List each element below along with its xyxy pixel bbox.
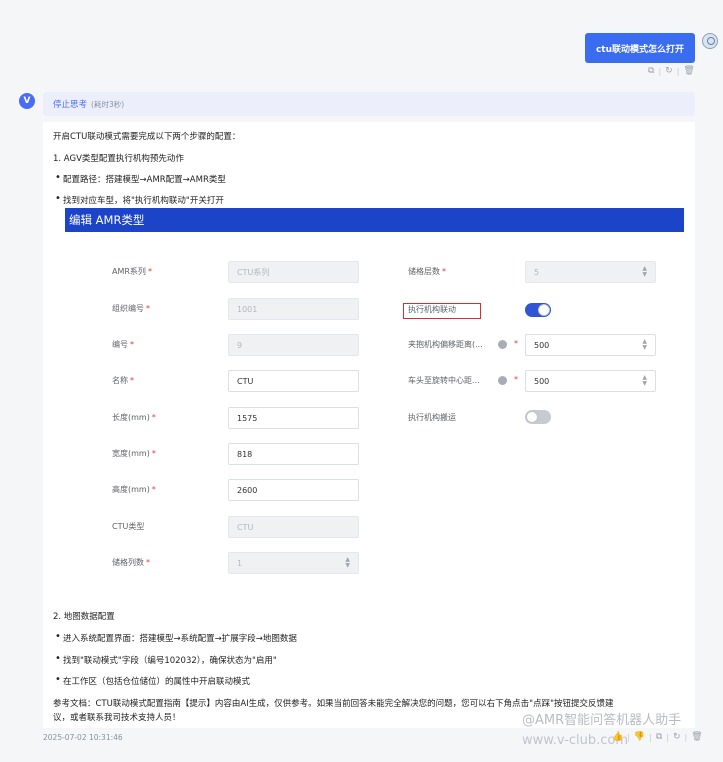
field-label-org-number: 组织编号 * xyxy=(112,304,150,313)
form-title: 编辑 AMR类型 xyxy=(65,208,684,232)
number-field: 9 xyxy=(228,334,359,356)
bot-avatar: V xyxy=(19,93,35,109)
info-icon[interactable] xyxy=(498,340,507,349)
list-item: 配置路径：搭建模型→AMR配置→AMR类型 xyxy=(55,172,226,185)
stepper-icon[interactable]: ▲ ▼ xyxy=(642,375,647,387)
head-rotation-input[interactable]: 500 ▲ ▼ xyxy=(525,370,656,392)
list-item: 在工作区（包括仓位储位）的属性中开启联动模式 xyxy=(55,674,250,687)
user-avatar xyxy=(702,33,718,49)
length-input[interactable]: 1575 xyxy=(228,407,359,429)
amr-series-field: CTU系列 xyxy=(228,261,359,283)
message-timestamp: 2025-07-02 10:31:46 xyxy=(43,733,123,742)
delete-icon[interactable]: 🗑 xyxy=(691,732,702,742)
ctu-type-field: CTU xyxy=(228,516,359,538)
divider: | xyxy=(658,66,662,76)
divider: | xyxy=(666,732,669,742)
toggle-knob xyxy=(526,411,538,423)
field-label-actuator-carry: 执行机构搬运 xyxy=(408,413,456,422)
user-message-actions: ⧉ | ↻ | 🗑 xyxy=(648,66,695,76)
watermark-text: @AMR智能问答机器人助手 xyxy=(522,713,682,728)
user-message-text: ctu联动模式怎么打开 xyxy=(595,44,685,55)
width-input[interactable]: 818 xyxy=(228,443,359,465)
thinking-duration: (耗时3秒) xyxy=(91,99,125,109)
field-label-actuator-linkage: 执行机构联动 xyxy=(408,305,456,314)
height-input[interactable]: 2600 xyxy=(228,479,359,501)
embedded-form-screenshot: 编辑 AMR类型 AMR系列 * CTU系列 组织编号 * 1001 编号 * 9 名… xyxy=(65,208,684,576)
field-label-length: 长度(mm) * xyxy=(112,413,156,422)
stepper-icon: ▲ ▼ xyxy=(345,556,350,569)
divider: | xyxy=(627,732,630,742)
actuator-linkage-toggle[interactable] xyxy=(525,303,551,317)
bot-message-actions: 👍 | 👎 | ⧉ | ↻ | 🗑 xyxy=(612,732,703,742)
answer-intro: 开启CTU联动模式需要完成以下两个步骤的配置： xyxy=(53,132,241,142)
thinking-bar: 停止思考 (耗时3秒) xyxy=(43,92,695,116)
list-item: 进入系统配置界面：搭建模型→系统配置→扩展字段→地图数据 xyxy=(55,631,297,644)
field-label-clamp-offset: 夹抱机构偏移距离(... xyxy=(408,340,483,349)
step1-title: 1. AGV类型配置执行机构预先动作 xyxy=(53,154,184,164)
field-label-head-rotation: 车头至旋转中心距... xyxy=(408,376,480,385)
user-message-bubble: ctu联动模式怎么打开 xyxy=(585,33,695,63)
info-icon[interactable] xyxy=(498,376,507,385)
list-item: 找到对应车型，将"执行机构联动"开关打开 xyxy=(55,193,224,206)
stop-thinking-button[interactable]: 停止思考 xyxy=(53,98,87,110)
storage-columns-field: 1 ▲ ▼ xyxy=(228,552,359,574)
step2-title: 2. 地图数据配置 xyxy=(53,612,115,622)
name-input[interactable]: CTU xyxy=(228,370,359,392)
delete-icon[interactable]: 🗑 xyxy=(683,66,694,76)
field-label-height: 高度(mm) * xyxy=(112,485,156,494)
stepper-icon: ▲ ▼ xyxy=(642,265,647,278)
dislike-icon[interactable]: 👎 xyxy=(634,732,645,742)
divider: | xyxy=(676,66,680,76)
field-label-ctu-type: CTU类型 xyxy=(112,522,145,531)
org-number-field: 1001 xyxy=(228,298,359,320)
like-icon[interactable]: 👍 xyxy=(612,732,623,742)
field-label-storage-columns: 储格列数 * xyxy=(112,558,150,567)
refresh-icon[interactable]: ↻ xyxy=(673,732,681,742)
field-label-amr-series: AMR系列 * xyxy=(112,267,152,276)
answer-panel: 开启CTU联动模式需要完成以下两个步骤的配置： 1. AGV类型配置执行机构预先… xyxy=(43,122,695,728)
actuator-carry-toggle[interactable] xyxy=(525,410,551,424)
divider: | xyxy=(684,732,688,742)
field-label-name: 名称 * xyxy=(112,376,134,385)
copy-icon[interactable]: ⧉ xyxy=(656,732,662,742)
toggle-knob xyxy=(538,304,550,316)
clamp-offset-input[interactable]: 500 ▲ ▼ xyxy=(525,334,656,356)
storage-layers-field: 5 ▲ ▼ xyxy=(525,261,656,283)
divider: | xyxy=(649,732,652,742)
field-label-number: 编号 * xyxy=(112,340,134,349)
refresh-icon[interactable]: ↻ xyxy=(665,66,673,76)
copy-icon[interactable]: ⧉ xyxy=(648,66,654,76)
field-label-width: 宽度(mm) * xyxy=(112,449,156,458)
list-item: 找到"联动模式"字段（编号102032），确保状态为"启用" xyxy=(55,653,277,666)
required-mark: * xyxy=(514,339,518,348)
stepper-icon[interactable]: ▲ ▼ xyxy=(642,339,647,351)
field-label-storage-layers: 储格层数 * xyxy=(408,267,446,276)
required-mark: * xyxy=(514,375,518,384)
